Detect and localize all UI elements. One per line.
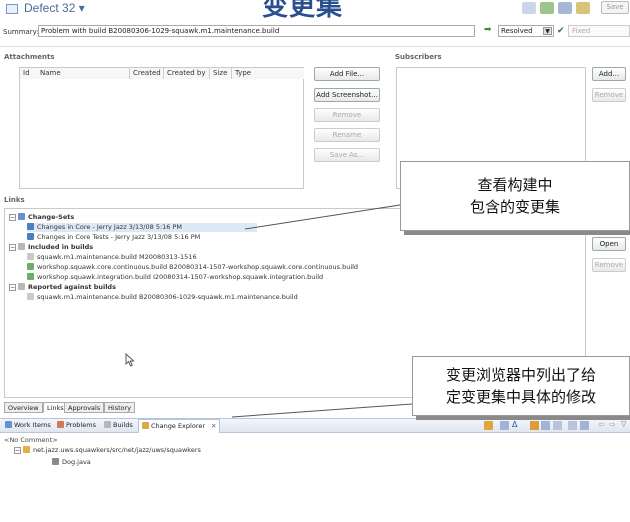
delta-icon[interactable]: Δ: [512, 420, 517, 429]
filter-icon[interactable]: [580, 421, 589, 430]
callout-pointer-bottom: [231, 403, 413, 418]
view-menu-icon[interactable]: ▽: [621, 420, 626, 428]
problems-icon: [57, 421, 64, 428]
java-file-icon: [52, 458, 59, 465]
close-icon[interactable]: ✕: [211, 422, 216, 430]
collapse-all-icon[interactable]: [500, 421, 509, 430]
callout-top-line: 查看构建中: [477, 176, 553, 194]
comment-label: <No Comment>: [4, 436, 58, 444]
folder-icon: [23, 446, 30, 453]
tab-history[interactable]: History: [104, 402, 136, 413]
tab-overview[interactable]: Overview: [4, 402, 43, 413]
tab-problems[interactable]: Problems: [54, 419, 99, 433]
callout-top: 查看构建中 包含的变更集: [400, 161, 630, 231]
view-tab-bar: Work Items Problems Builds Change Explor…: [0, 418, 630, 433]
layout-icon[interactable]: [553, 421, 562, 430]
tree-item-folder[interactable]: − net.jazz.uws.squawkers/src/net/jazz/uws…: [14, 446, 201, 455]
tab-work-items[interactable]: Work Items: [2, 419, 54, 433]
minimize-icon[interactable]: [568, 421, 577, 430]
tab-change-explorer[interactable]: Change Explorer ✕: [138, 419, 221, 433]
callout-bottom-line: 变更浏览器中列出了给: [445, 366, 596, 384]
callout-pointer-top: [244, 204, 401, 230]
tab-builds[interactable]: Builds: [101, 419, 136, 433]
callout-top-line: 包含的变更集: [469, 198, 560, 216]
collapse-icon[interactable]: −: [14, 447, 21, 454]
compare-icon[interactable]: [530, 421, 539, 430]
callout-arrows: [231, 204, 413, 418]
work-items-icon: [5, 421, 12, 428]
forward-arrow-icon[interactable]: ⇨: [609, 420, 616, 429]
callout-bottom: 变更浏览器中列出了给 定变更集中具体的修改: [412, 356, 630, 416]
pin-icon[interactable]: [484, 421, 493, 430]
builds-icon: [104, 421, 111, 428]
flatten-icon[interactable]: [541, 421, 550, 430]
change-explorer-icon: [142, 422, 149, 429]
callout-bottom-line: 定变更集中具体的修改: [445, 388, 596, 406]
tab-approvals[interactable]: Approvals: [64, 402, 105, 413]
tree-item-file[interactable]: Dog.java: [52, 458, 91, 467]
back-arrow-icon[interactable]: ⇦: [598, 420, 605, 429]
